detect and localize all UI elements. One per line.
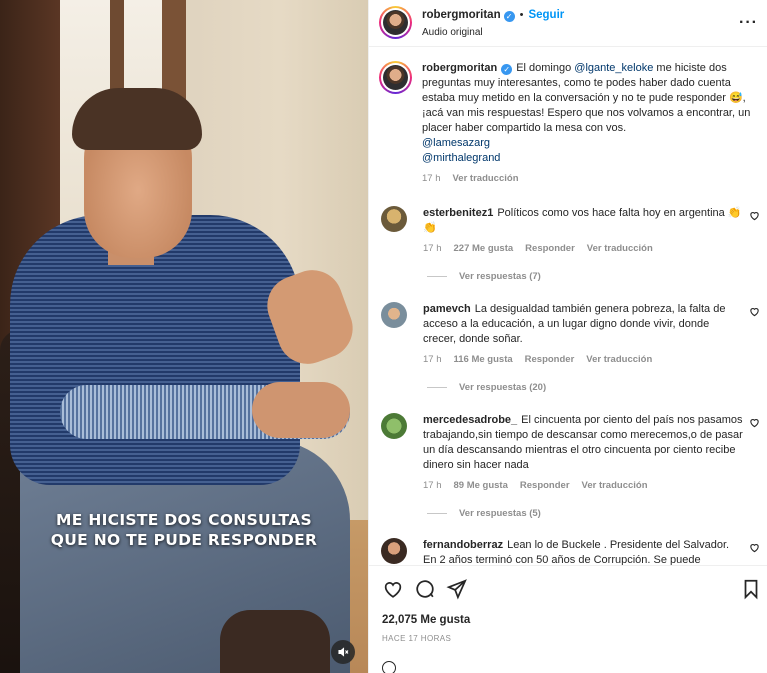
comment-body: mercedesadrobe_ El cincuenta por ciento d… (423, 413, 743, 493)
post-time: HACE 17 HORAS (382, 634, 452, 643)
mention-link[interactable]: @lgante_keloke (574, 62, 653, 74)
comment-like-icon[interactable] (749, 210, 760, 221)
mention-link[interactable]: @mirthalegrand (422, 152, 500, 164)
caption-time: 17 h (422, 173, 441, 184)
verified-icon: ✓ (503, 11, 515, 22)
comment-likes[interactable]: 227 Me gusta (454, 243, 514, 254)
comment-time: 17 h (423, 243, 442, 254)
comment-meta: 17 h 227 Me gusta Responder Ver traducción (423, 241, 743, 256)
comment-meta: 17 h 116 Me gusta Responder Ver traducción (423, 352, 743, 367)
caption-text: El domingo (516, 62, 575, 74)
reply-button[interactable]: Responder (520, 480, 570, 491)
video-player[interactable]: ME HICISTE DOS CONSULTAS QUE NO TE PUDE … (0, 0, 368, 673)
comment-like-icon[interactable] (749, 417, 760, 428)
comment-body: esterbenitez1 Políticos como vos hace fal… (423, 206, 743, 256)
caption-body: robergmoritan ✓ El domingo @lgante_keloke … (422, 61, 752, 186)
view-replies-label: Ver respuestas (5) (459, 508, 541, 519)
video-frame-hand (252, 382, 350, 438)
video-frame-hair (72, 88, 202, 150)
translate-link[interactable]: Ver traducción (582, 480, 648, 491)
post-header: robergmoritan ✓ • Seguir Audio original ··· (369, 0, 767, 47)
post-sidebar: robergmoritan ✓ • Seguir Audio original ···… (368, 0, 767, 673)
comment-username[interactable]: pamevch (423, 303, 471, 315)
heart-icon[interactable] (382, 578, 404, 600)
comment-username[interactable]: mercedesadrobe_ (423, 414, 517, 426)
video-caption-line: ME HICISTE DOS CONSULTAS (56, 511, 312, 529)
comment-time: 17 h (423, 480, 442, 491)
likes-count[interactable]: 22,075 Me gusta (382, 614, 470, 626)
view-replies-label: Ver respuestas (7) (459, 271, 541, 282)
comments-list[interactable]: robergmoritan ✓ El domingo @lgante_keloke … (369, 48, 767, 565)
comment-like-icon[interactable] (749, 542, 760, 553)
comment-username[interactable]: esterbenitez1 (423, 207, 493, 219)
comment-like-icon[interactable] (749, 306, 760, 317)
view-replies[interactable]: Ver respuestas (20) (427, 382, 546, 393)
video-frame-shoe (220, 610, 330, 673)
mute-button[interactable] (331, 640, 355, 664)
mention-link[interactable]: @lamesazarg (422, 137, 490, 149)
comment-icon[interactable] (414, 578, 436, 600)
view-replies[interactable]: Ver respuestas (5) (427, 508, 541, 519)
reply-button[interactable]: Responder (525, 354, 575, 365)
view-replies-label: Ver respuestas (20) (459, 382, 547, 393)
video-caption-line: QUE NO TE PUDE RESPONDER (50, 531, 318, 549)
author-avatar[interactable] (379, 6, 412, 39)
author-line: robergmoritan ✓ • Seguir (422, 9, 564, 22)
reply-button[interactable]: Responder (525, 243, 575, 254)
mute-icon (338, 647, 349, 657)
comment-meta: 17 h 89 Me gusta Responder Ver traducción (423, 478, 743, 493)
post-actions: 22,075 Me gusta HACE 17 HORAS (369, 565, 767, 673)
view-replies[interactable]: Ver respuestas (7) (427, 271, 541, 282)
author-username[interactable]: robergmoritan (422, 9, 501, 21)
more-options-icon[interactable]: ··· (739, 14, 758, 32)
video-caption: ME HICISTE DOS CONSULTAS QUE NO TE PUDE … (0, 510, 368, 550)
commenter-avatar[interactable] (381, 413, 407, 439)
author-avatar[interactable] (379, 61, 412, 94)
comment-likes[interactable]: 116 Me gusta (454, 354, 513, 365)
commenter-avatar[interactable] (381, 538, 407, 564)
commenter-avatar[interactable] (381, 206, 407, 232)
translate-link[interactable]: Ver traducción (453, 173, 519, 184)
separator-dot: • (519, 9, 524, 21)
share-icon[interactable] (446, 578, 468, 600)
verified-icon: ✓ (501, 64, 513, 75)
caption-username[interactable]: robergmoritan (422, 62, 497, 74)
commenter-avatar[interactable] (381, 302, 407, 328)
comment-time: 17 h (423, 354, 442, 365)
comment-body: pamevch La desigualdad también genera pob… (423, 302, 743, 367)
comment-username[interactable]: fernandoberraz (423, 539, 503, 551)
comment-body: fernandoberraz Lean lo de Buckele . Presi… (423, 538, 743, 565)
emoji-icon[interactable] (382, 661, 396, 673)
follow-button[interactable]: Seguir (528, 9, 564, 21)
translate-link[interactable]: Ver traducción (586, 354, 652, 365)
caption-meta: 17 h Ver traducción (422, 171, 752, 186)
bookmark-icon[interactable] (740, 578, 762, 600)
audio-link[interactable]: Audio original (422, 27, 483, 38)
translate-link[interactable]: Ver traducción (587, 243, 653, 254)
comment-likes[interactable]: 89 Me gusta (454, 480, 508, 491)
